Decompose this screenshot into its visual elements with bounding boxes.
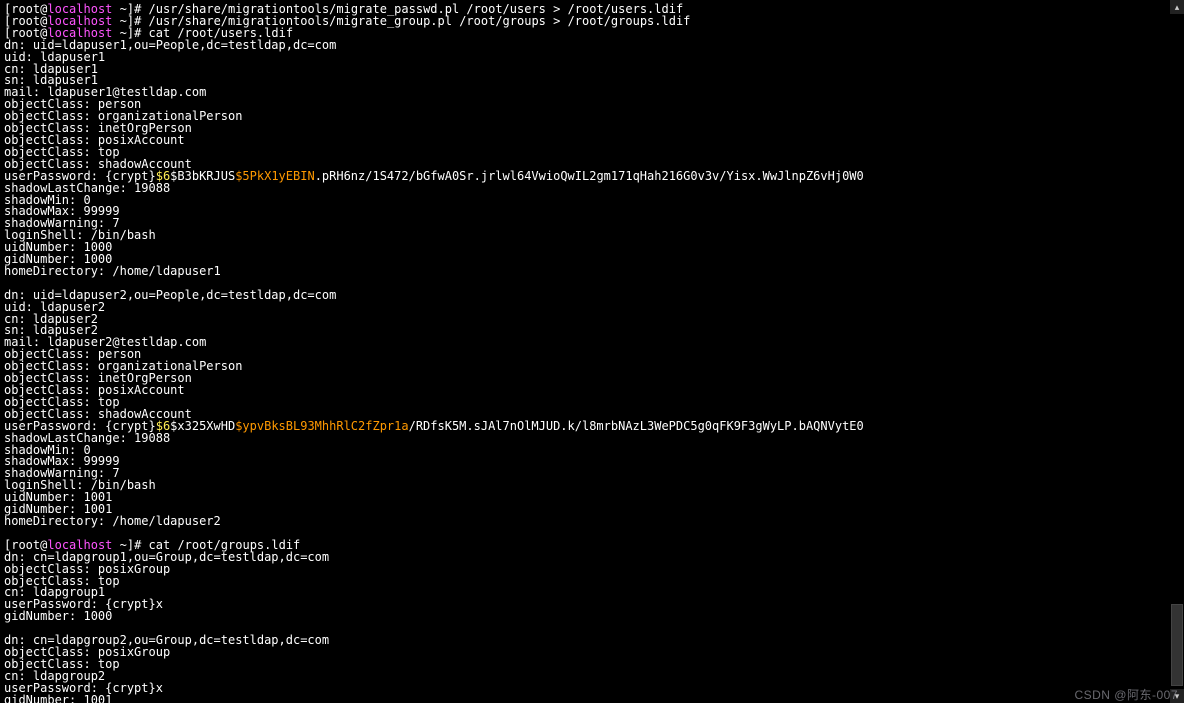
password-hash: .pRH6nz/1S472/bGfwA0Sr.jrlwl64VwioQwIL2g… [315, 169, 864, 183]
password-salt-2: $ypvBksBL93MhhRlC2fZpr1a [235, 419, 408, 433]
password-salt-mid: $x325XwHD [170, 419, 235, 433]
ldif-line: homeDirectory: /home/ldapuser2 [4, 514, 221, 528]
password-salt-2: $5PkX1yEBIN [235, 169, 314, 183]
terminal-output[interactable]: [root@localhost ~]# /usr/share/migration… [0, 0, 1170, 703]
ldif-line: homeDirectory: /home/ldapuser1 [4, 264, 221, 278]
vertical-scrollbar[interactable]: ▴ ▾ [1170, 0, 1184, 703]
scroll-down-button[interactable]: ▾ [1170, 689, 1184, 703]
ldif-line: gidNumber: 1000 [4, 609, 112, 623]
chevron-up-icon: ▴ [1175, 2, 1180, 12]
password-hash: /RDfsK5M.sJAl7nOlMJUD.k/l8mrbNAzL3WePDC5… [409, 419, 864, 433]
scroll-up-button[interactable]: ▴ [1170, 0, 1184, 14]
scrollbar-thumb[interactable] [1171, 604, 1183, 686]
ldif-line: gidNumber: 1001 [4, 693, 112, 703]
password-salt-mid: $B3bKRJUS [170, 169, 235, 183]
chevron-down-icon: ▾ [1175, 691, 1180, 701]
